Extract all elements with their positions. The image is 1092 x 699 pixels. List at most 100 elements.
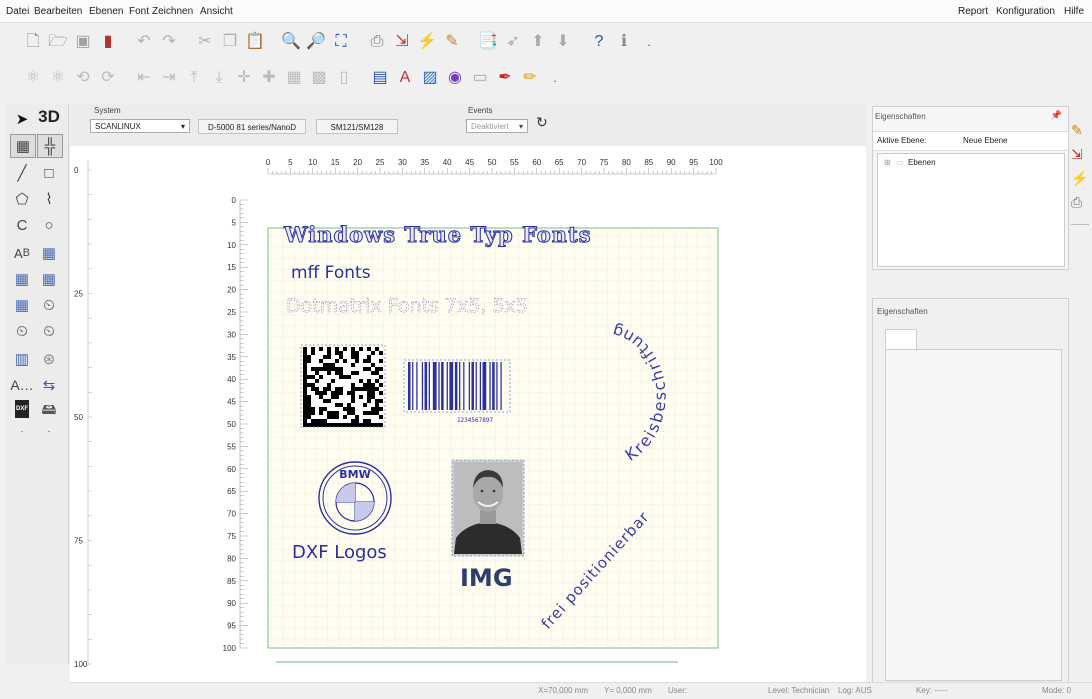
center-v-icon[interactable]: ✚ [258,66,280,90]
portrait-image[interactable] [451,459,525,557]
line-tool-icon[interactable]: ╱ [10,162,34,184]
palette-overflow-icon[interactable]: · [10,420,34,442]
align-top-icon[interactable]: ⤒ [183,66,205,90]
select-arrow-icon[interactable]: ➤ [10,108,34,130]
second-clock-icon[interactable]: ⏲ [37,320,61,342]
palette-overflow-icon-2[interactable]: · [37,420,61,442]
marking-icon[interactable]: ✎ [441,30,463,54]
group-icon[interactable]: ⚛ [22,66,44,90]
mff-font-text[interactable]: mff Fonts [291,263,371,283]
ttf-font-text[interactable]: Windows True Typ Fonts [283,222,592,248]
laser-icon[interactable]: ⚡ [416,30,438,54]
ungroup-icon[interactable]: ⚛ [47,66,69,90]
menu-ansicht[interactable]: Ansicht [200,6,233,17]
info-icon[interactable]: ℹ [613,30,635,54]
undo-icon[interactable]: ↶ [133,30,155,54]
circle-tool-icon[interactable]: ○ [37,214,61,236]
image-icon[interactable]: ▣ [72,30,94,54]
frame-icon[interactable]: ▤ [369,66,391,90]
layers-icon[interactable]: 📑 [477,30,499,54]
pin-icon[interactable]: 📌 [1051,110,1062,121]
zoom-in-icon[interactable]: 🔍 [280,30,302,54]
grid-small-icon[interactable]: ▦ [283,66,305,90]
properties-tab[interactable] [885,329,917,350]
view-3d-button[interactable]: 3D [37,106,61,128]
export-pdf-icon-right[interactable]: ⇲ [1071,146,1083,163]
move-up-icon[interactable]: ⬆ [527,30,549,54]
mirror-icon[interactable]: ⟳ [97,66,119,90]
hour-clock-icon[interactable]: ⏲ [37,294,61,316]
menu-konfiguration[interactable]: Konfiguration [996,6,1055,17]
month-counter-icon[interactable]: ▦ [37,268,61,290]
print-icon-right[interactable]: ⎙ [1071,194,1082,211]
cut-icon[interactable]: ✂ [194,30,216,54]
help-icon[interactable]: ? [588,30,610,54]
menu-bearbeiten[interactable]: Bearbeiten [34,6,82,17]
snap-grid-icon[interactable]: ╬ [37,134,63,158]
grid-view-icon[interactable]: ▦ [10,134,36,158]
text-more-icon[interactable]: A… [10,374,34,396]
day-counter-icon[interactable]: ▦ [37,242,61,264]
tree-root-label[interactable]: Ebenen [908,158,936,167]
menu-font[interactable]: Font [129,6,149,17]
toolbar-overflow-icon[interactable]: . [638,30,660,54]
paste-icon[interactable]: 📋 [244,30,266,54]
copy-icon[interactable]: ❐ [219,30,241,54]
rotate-icon[interactable]: ⟲ [72,66,94,90]
zoom-out-icon[interactable]: 🔎 [305,30,327,54]
align-left-icon[interactable]: ⇤ [133,66,155,90]
polygon-tool-icon[interactable]: ⬠ [10,188,34,210]
toolbar-overflow-icon[interactable]: . [544,66,566,90]
menu-datei[interactable]: Datei [6,6,29,17]
rectangle-icon[interactable]: ▭ [469,66,491,90]
move-down-icon[interactable]: ⬇ [552,30,574,54]
polyline-tool-icon[interactable]: ⌇ [37,188,61,210]
laser-icon-right[interactable]: ⚡ [1071,170,1088,187]
redo-icon[interactable]: ↷ [158,30,180,54]
pointer-icon[interactable]: ➶ [502,30,524,54]
dxf-file-icon[interactable]: DXF [15,400,29,418]
dxf-logo-caption[interactable]: DXF Logos [292,542,387,563]
img-label[interactable]: IMG [460,564,513,592]
pen-yellow-icon[interactable]: ✏ [519,66,541,90]
system-select[interactable]: SCANLINUX ▾ [90,119,190,133]
pen-red-icon[interactable]: ✒ [494,66,516,90]
import-icon[interactable]: ⇆ [37,374,61,396]
menu-zeichnen[interactable]: Zeichnen [152,6,193,17]
text-object-icon[interactable]: A [394,66,416,90]
layout-drawing[interactable]: 0255075100 0 5 10 15 20 25 30 35 40 45 50 55 60 65 70 7… [70,146,866,682]
board-field[interactable]: SM121/SM128 [316,119,398,134]
new-layer-button[interactable]: Neue Ebene [963,136,1007,145]
picture-icon[interactable]: ▨ [419,66,441,90]
save-icon[interactable]: ▮ [97,30,119,54]
minute-clock-icon[interactable]: ⏲ [10,320,34,342]
barcode-tool-icon[interactable]: ▥ [10,348,34,370]
export-pdf-icon[interactable]: ⇲ [391,30,413,54]
menu-report[interactable]: Report [958,6,988,17]
datamatrix-code[interactable] [303,347,383,427]
print-icon[interactable]: ⎙ [366,30,388,54]
dotmatrix-font-text[interactable]: Dotmatrix Fonts 7x5, 5x5 [286,295,529,318]
device-field[interactable]: D-5000 81 series/NanoD [198,119,306,134]
align-right-icon[interactable]: ⇥ [158,66,180,90]
grid-icon[interactable]: ▩ [308,66,330,90]
text-tool-icon[interactable]: AB [10,242,34,264]
refresh-events-icon[interactable]: ↻ [536,114,548,131]
marking-icon-right[interactable]: ✎ [1071,122,1083,139]
rectangle-tool-icon[interactable]: □ [37,162,61,184]
menu-hilfe[interactable]: Hilfe [1064,6,1084,17]
new-file-icon[interactable]: 🗋 [22,30,44,54]
week-counter-icon[interactable]: ▦ [10,268,34,290]
disk-icon[interactable]: 🖴 [37,400,61,422]
editor-canvas[interactable]: 0 25 50 75 100 0 5 10 15 20 25 30 35 40 45 50 55 60 65 70 7… [70,146,866,682]
arc-tool-icon[interactable]: C [10,214,34,236]
year-counter-icon[interactable]: ▦ [10,294,34,316]
align-bottom-icon[interactable]: ⤓ [208,66,230,90]
logo-tool-icon[interactable]: ⊛ [37,348,61,370]
page-icon[interactable]: ▯ [333,66,355,90]
zoom-fit-icon[interactable]: ⛶ [330,30,352,54]
layer-tree[interactable]: ⊞ ▭ Ebenen [877,153,1065,267]
menu-ebenen[interactable]: Ebenen [89,6,123,17]
events-select[interactable]: Deaktiviert ▾ [466,119,528,133]
open-file-icon[interactable]: 🗁 [47,30,69,54]
